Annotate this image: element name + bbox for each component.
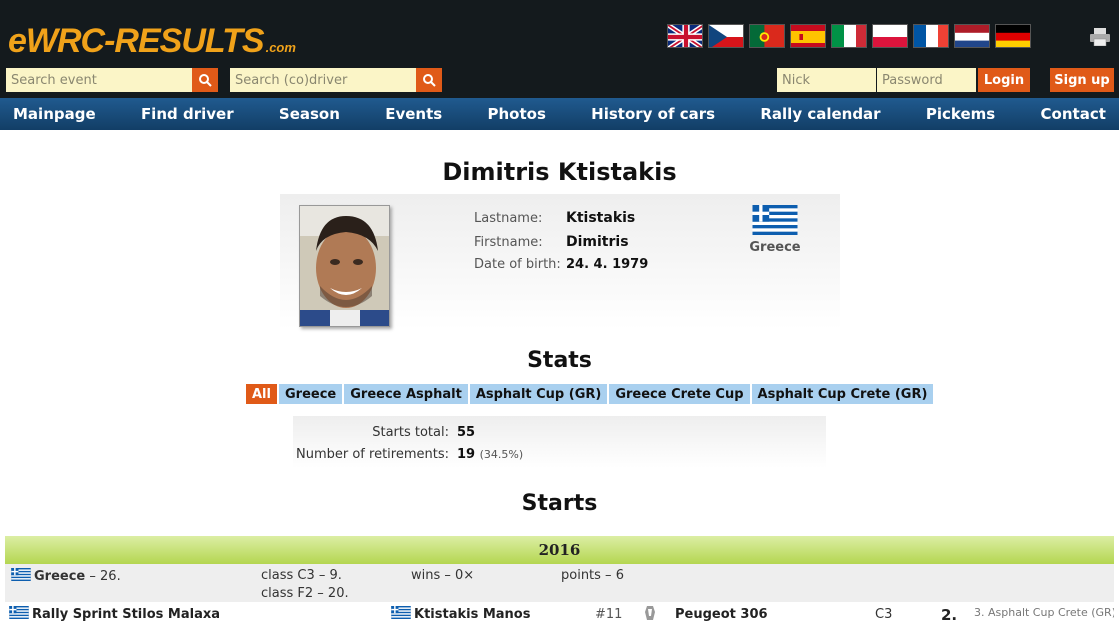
flag-gr-icon [391,606,411,619]
peugeot-logo-icon [641,604,659,625]
page-title: Dimitris Ktistakis [442,158,677,186]
season-country-name: Greece [34,569,86,584]
filter-greece-crete-cup[interactable]: Greece Crete Cup [609,384,750,404]
search-event-input[interactable]: Search event [6,68,192,92]
dob-label: Date of birth: [474,257,561,272]
nav-find-driver[interactable]: Find driver [141,105,234,123]
retirements-percent: (34.5%) [479,448,524,461]
site-logo[interactable]: eWRC-RESULTS .com [8,22,296,61]
nav-season[interactable]: Season [279,105,340,123]
dob-row: Date of birth: 24. 4. 1979 [474,257,648,272]
logo-text: eWRC-RESULTS [8,22,265,60]
starts-total-label: Starts total: [372,425,449,440]
season-class-c3: class C3 – 9. [261,568,342,583]
table-row[interactable]: Rally Sprint Stilos Malaxa Ktistakis Man… [5,602,1114,625]
nick-field[interactable]: Nick [777,68,876,92]
flag-pt-icon[interactable] [749,24,785,48]
search-driver-input[interactable]: Search (co)driver [230,68,416,92]
retirements-label: Number of retirements: [296,447,449,462]
driver-photo[interactable] [299,205,390,327]
flag-de-icon[interactable] [995,24,1031,48]
retirements-value: 19 [457,447,476,462]
nav-contact[interactable]: Contact [1041,105,1106,123]
filter-greece-asphalt[interactable]: Greece Asphalt [344,384,468,404]
lastname-value: Ktistakis [566,210,636,226]
starts-total-value: 55 [457,425,476,440]
stats-filter-tabs: All Greece Greece Asphalt Asphalt Cup (G… [246,384,934,404]
print-icon[interactable] [1089,28,1111,47]
driver-profile-card: Lastname: Ktistakis Firstname: Dimitris Da… [280,194,840,330]
flag-es-icon[interactable] [790,24,826,48]
dob-value: 24. 4. 1979 [566,257,649,272]
filter-asphalt-cup-gr[interactable]: Asphalt Cup (GR) [469,384,608,404]
season-points: points – 6 [561,568,624,583]
flag-gr-icon [11,568,31,581]
firstname-value: Dimitris [566,234,629,250]
result-note: 3. Asphalt Cup Crete (GR) [974,606,1114,619]
flag-gr-icon[interactable] [750,205,800,235]
retirements-value-wrap: 19 (34.5%) [457,447,523,462]
nav-mainpage[interactable]: Mainpage [13,105,96,123]
season-summary-row: Greece – 26. class C3 – 9. class F2 – 20… [5,564,1114,602]
stats-summary: Starts total: 55 Number of retirements: … [293,416,826,468]
lastname-label: Lastname: [474,211,543,226]
class-value: C3 [875,607,893,622]
search-event-button[interactable] [192,68,218,92]
flag-uk-icon[interactable] [667,24,703,48]
nav-rally-calendar[interactable]: Rally calendar [760,105,880,123]
search-driver-button[interactable] [416,68,442,92]
result-position: 2. [941,606,958,624]
event-name[interactable]: Rally Sprint Stilos Malaxa [32,607,220,622]
flag-nl-icon[interactable] [954,24,990,48]
season-wins: wins – 0× [411,568,475,583]
password-field[interactable]: Password [877,68,976,92]
nav-pickems[interactable]: Pickems [926,105,995,123]
country-name[interactable]: Greece [732,240,818,255]
login-button[interactable]: Login [978,68,1030,92]
flag-gr-icon [9,606,29,619]
season-country[interactable]: Greece – 26. [11,568,121,584]
nav-events[interactable]: Events [385,105,442,123]
codriver-cell[interactable]: Ktistakis Manos [391,606,530,622]
signup-button[interactable]: Sign up [1050,68,1114,92]
nav-history-of-cars[interactable]: History of cars [591,105,715,123]
search-icon [199,74,212,87]
codriver-name[interactable]: Ktistakis Manos [414,607,530,622]
starts-heading: Starts [521,491,598,516]
season-country-position: – 26. [89,569,121,584]
stats-heading: Stats [527,348,592,373]
lastname-row: Lastname: Ktistakis [474,210,635,226]
year-header[interactable]: 2016 [5,536,1114,564]
event-cell[interactable]: Rally Sprint Stilos Malaxa [9,606,220,622]
flag-fr-icon[interactable] [913,24,949,48]
season-class-f2: class F2 – 20. [261,586,349,601]
site-header: eWRC-RESULTS .com Search event Search (c… [0,0,1119,98]
firstname-label: Firstname: [474,235,543,250]
flag-pl-icon[interactable] [872,24,908,48]
filter-all[interactable]: All [246,384,277,404]
nav-photos[interactable]: Photos [487,105,545,123]
car-name[interactable]: Peugeot 306 [675,607,768,622]
filter-greece[interactable]: Greece [278,384,343,404]
main-nav: Mainpage Find driver Season Events Photo… [0,98,1119,130]
flag-cz-icon[interactable] [708,24,744,48]
filter-asphalt-cup-crete-gr[interactable]: Asphalt Cup Crete (GR) [751,384,934,404]
firstname-row: Firstname: Dimitris [474,234,629,250]
logo-suffix: .com [265,40,296,55]
flag-it-icon[interactable] [831,24,867,48]
start-number: #11 [595,607,623,622]
search-icon [423,74,436,87]
